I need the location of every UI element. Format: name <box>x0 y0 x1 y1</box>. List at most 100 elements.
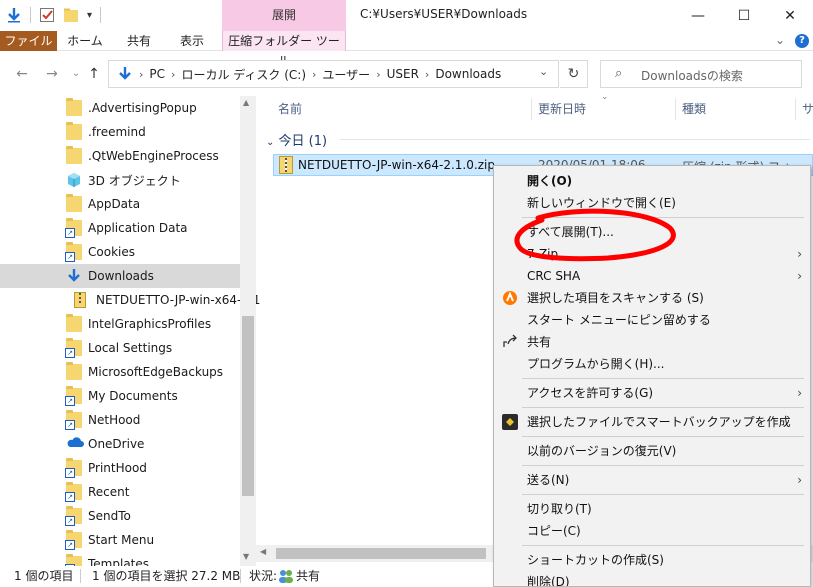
nav-item[interactable]: 3D オブジェクト <box>0 168 240 192</box>
address-dropdown-icon[interactable]: ⌄ <box>539 65 548 78</box>
nav-item[interactable]: MicrosoftEdgeBackups <box>0 360 240 384</box>
tab-view[interactable]: 表示 <box>167 31 217 51</box>
breadcrumb-chevron-icon[interactable]: › <box>171 68 175 81</box>
menu-separator <box>522 378 804 379</box>
nav-item-label: .QtWebEngineProcess <box>88 149 219 163</box>
scroll-down-icon[interactable]: ▼ <box>243 552 249 561</box>
column-name[interactable]: 名前 <box>278 98 302 120</box>
column-size[interactable]: サ <box>802 98 813 120</box>
nav-item[interactable]: NETDUETTO-JP-win-x64-2.1 <box>0 288 260 312</box>
breadcrumb-chevron-icon[interactable]: › <box>425 68 429 81</box>
menu-item[interactable]: プログラムから開く(H)... <box>494 353 810 375</box>
column-divider[interactable] <box>675 98 676 120</box>
scroll-left-icon[interactable]: ◀ <box>260 547 266 556</box>
menu-item[interactable]: CRC SHA › <box>494 265 810 287</box>
column-type[interactable]: 種類 <box>682 98 706 120</box>
close-button[interactable]: ✕ <box>767 0 813 31</box>
file-explorer-window: ▾ 展開 C:¥Users¥USER¥Downloads — ☐ ✕ ファイル … <box>0 0 813 587</box>
tab-file[interactable]: ファイル <box>0 31 57 51</box>
refresh-button[interactable]: ↻ <box>560 60 588 88</box>
folder-icon <box>66 194 82 212</box>
menu-item[interactable]: 開く(O) <box>494 170 810 192</box>
forward-arrow-icon[interactable]: → <box>42 64 62 84</box>
column-date-modified[interactable]: 更新日時 <box>538 98 586 120</box>
nav-item-label: Application Data <box>88 221 188 235</box>
nav-item[interactable]: My Documents <box>0 384 240 408</box>
crumb-users[interactable]: ユーザー <box>322 66 370 83</box>
nav-item[interactable]: AppData <box>0 192 240 216</box>
breadcrumb-chevron-icon[interactable]: › <box>376 68 380 81</box>
nav-item[interactable]: NetHood <box>0 408 240 432</box>
crumb-downloads[interactable]: Downloads <box>435 67 501 81</box>
nav-item-label: PrintHood <box>88 461 147 475</box>
recent-locations-icon[interactable]: ⌄ <box>66 64 86 84</box>
group-header-today[interactable]: ⌄ 今日 (1) <box>266 130 327 149</box>
menu-item[interactable]: 以前のバージョンの復元(V) <box>494 440 810 462</box>
nav-item-label: AppData <box>88 197 141 211</box>
crumb-pc[interactable]: PC <box>149 67 165 81</box>
minimize-button[interactable]: — <box>675 0 721 31</box>
crumb-user[interactable]: USER <box>387 67 419 81</box>
contextual-tab-group-label: 展開 <box>271 8 296 22</box>
back-arrow-icon[interactable]: ← <box>12 64 32 84</box>
backup-icon <box>502 414 518 430</box>
address-bar[interactable]: › PC › ローカル ディスク (C:) › ユーザー › USER › Do… <box>108 60 559 88</box>
group-collapse-icon[interactable]: ⌄ <box>266 137 274 148</box>
nav-item[interactable]: .AdvertisingPopup <box>0 96 240 120</box>
menu-item-label: ショートカットの作成(S) <box>527 553 664 567</box>
folder-icon <box>66 314 82 332</box>
menu-item[interactable]: スタート メニューにピン留めする <box>494 309 810 331</box>
hscroll-thumb[interactable] <box>276 548 486 559</box>
file-name: NETDUETTO-JP-win-x64-2.1.0.zip <box>298 158 495 172</box>
ribbon-expand-icon[interactable]: ⌄ <box>775 33 785 47</box>
nav-item[interactable]: SendTo <box>0 504 240 528</box>
nav-item[interactable]: .QtWebEngineProcess <box>0 144 240 168</box>
menu-item[interactable]: 切り取り(T) <box>494 498 810 520</box>
nav-item-label: Start Menu <box>88 533 155 547</box>
menu-item[interactable]: 選択したファイルでスマートバックアップを作成 <box>494 411 810 433</box>
tab-home[interactable]: ホーム <box>60 31 110 51</box>
menu-item[interactable]: 削除(D) <box>494 571 810 586</box>
breadcrumb-chevron-icon[interactable]: › <box>312 68 316 81</box>
menu-item[interactable]: アクセスを許可する(G) › <box>494 382 810 404</box>
nav-item[interactable]: Application Data <box>0 216 240 240</box>
customize-qat-icon[interactable]: ▾ <box>87 10 92 21</box>
search-input[interactable]: ⌕ Downloadsの検索 <box>600 60 802 88</box>
menu-item[interactable]: 共有 <box>494 331 810 353</box>
nav-item[interactable]: Cookies <box>0 240 240 264</box>
up-arrow-icon[interactable]: ↑ <box>84 64 104 84</box>
nav-item[interactable]: PrintHood <box>0 456 240 480</box>
crumb-local-disk[interactable]: ローカル ディスク (C:) <box>181 66 306 83</box>
menu-item-label: スタート メニューにピン留めする <box>527 313 711 327</box>
nav-item[interactable]: Start Menu <box>0 528 240 552</box>
nav-item[interactable]: Local Settings <box>0 336 240 360</box>
menu-separator <box>522 494 804 495</box>
help-icon[interactable]: ? <box>795 34 809 48</box>
column-divider[interactable] <box>795 98 796 120</box>
cloud-icon <box>66 436 84 452</box>
menu-item[interactable]: 送る(N) › <box>494 469 810 491</box>
maximize-button[interactable]: ☐ <box>721 0 767 31</box>
nav-item-label: OneDrive <box>88 437 145 451</box>
column-divider[interactable] <box>531 98 532 120</box>
group-label: 今日 (1) <box>278 134 328 149</box>
nav-item[interactable]: .freemind <box>0 120 240 144</box>
breadcrumb-chevron-icon: › <box>139 67 144 81</box>
download-quick-icon[interactable] <box>6 7 22 23</box>
nav-item-label: NetHood <box>88 413 141 427</box>
nav-scrollbar-thumb[interactable] <box>242 316 254 496</box>
new-folder-icon[interactable] <box>63 7 79 23</box>
nav-item[interactable]: Recent <box>0 480 240 504</box>
tab-share[interactable]: 共有 <box>114 31 164 51</box>
menu-item[interactable]: ショートカットの作成(S) <box>494 549 810 571</box>
nav-item[interactable]: IntelGraphicsProfiles <box>0 312 240 336</box>
contextual-tab-group: 展開 <box>222 0 346 31</box>
tab-compressed-folder-tools[interactable]: 圧縮フォルダー ツール <box>222 31 346 68</box>
scroll-up-icon[interactable]: ▲ <box>243 98 249 107</box>
nav-item[interactable]: Downloads <box>0 264 240 288</box>
properties-check-icon[interactable] <box>39 7 55 23</box>
menu-item[interactable]: コピー(C) <box>494 520 810 542</box>
menu-item[interactable]: 選択した項目をスキャンする (S) <box>494 287 810 309</box>
nav-item[interactable]: OneDrive <box>0 432 240 456</box>
nav-scrollbar[interactable]: ▲ ▼ <box>240 96 256 566</box>
